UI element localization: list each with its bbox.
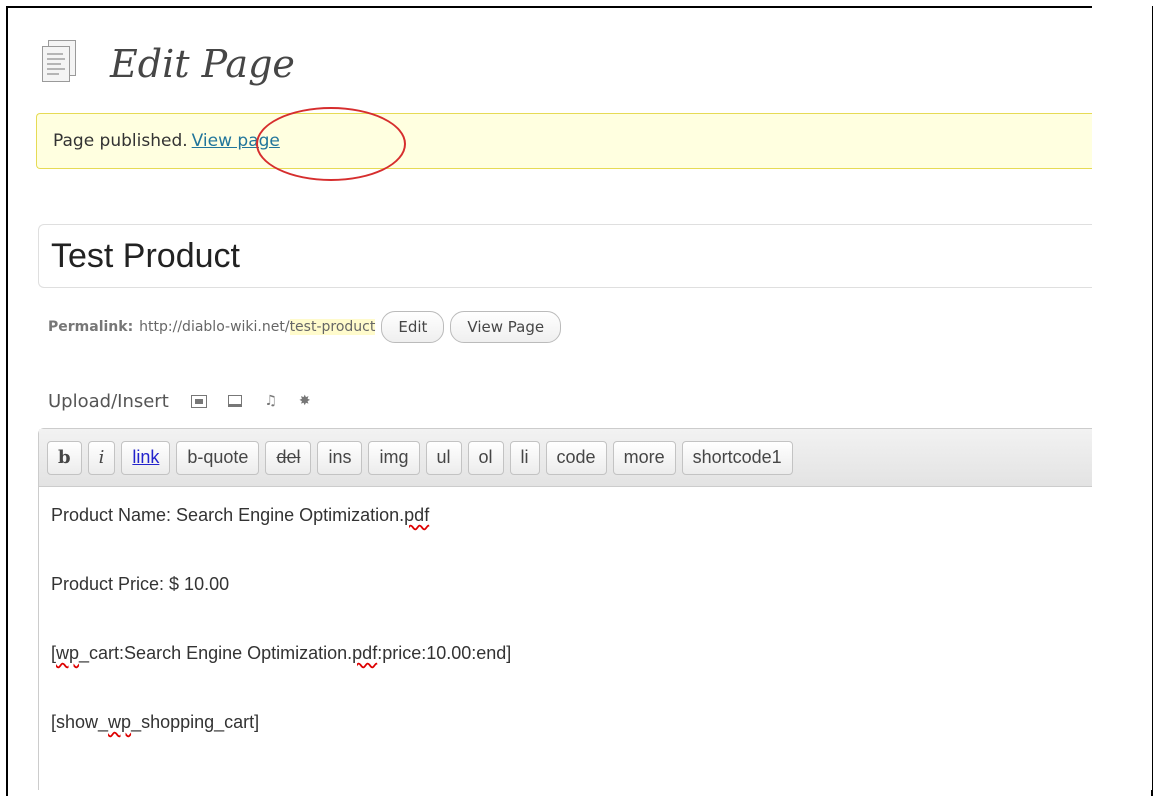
editor-textarea[interactable]: Product Name: Search Engine Optimization… bbox=[39, 487, 1098, 733]
content-line: Product Name: Search Engine Optimization… bbox=[51, 505, 430, 525]
italic-button[interactable]: i bbox=[87, 440, 116, 475]
editor: b i link b-quote del ins img ul ol li co… bbox=[38, 428, 1098, 790]
post-title-input[interactable]: Test Product bbox=[38, 224, 1098, 288]
page-header: Edit Page bbox=[38, 34, 295, 94]
code-button[interactable]: code bbox=[545, 440, 607, 475]
ol-button[interactable]: ol bbox=[467, 440, 504, 475]
media-icon[interactable]: ✸ bbox=[297, 393, 313, 409]
permalink-slug[interactable]: test-product bbox=[289, 319, 376, 335]
shortcode1-button[interactable]: shortcode1 bbox=[681, 440, 793, 475]
upload-insert-row: Upload/Insert ♫ ✸ bbox=[48, 385, 313, 417]
blockquote-button[interactable]: b-quote bbox=[176, 440, 260, 475]
img-button[interactable]: img bbox=[368, 440, 420, 475]
content-line: [show_wp_shopping_cart] bbox=[51, 712, 260, 732]
page-title: Edit Page bbox=[110, 42, 295, 86]
quicktags-toolbar: b i link b-quote del ins img ul ol li co… bbox=[39, 429, 1098, 487]
bold-button[interactable]: b bbox=[47, 440, 82, 475]
image-icon[interactable] bbox=[190, 393, 207, 409]
permalink-label: Permalink: bbox=[48, 319, 134, 335]
content-line: [wp_cart:Search Engine Optimization.pdf:… bbox=[51, 643, 512, 663]
more-button[interactable]: more bbox=[612, 440, 676, 475]
gallery-icon[interactable] bbox=[227, 393, 243, 409]
li-button[interactable]: li bbox=[509, 440, 540, 475]
view-page-button[interactable]: View Page bbox=[450, 311, 562, 343]
cropped-margin bbox=[1092, 0, 1152, 790]
link-button[interactable]: link bbox=[121, 440, 171, 475]
post-title-value: Test Product bbox=[51, 236, 240, 275]
ul-button[interactable]: ul bbox=[425, 440, 462, 475]
upload-insert-label: Upload/Insert bbox=[48, 390, 169, 412]
notice-text: Page published. bbox=[53, 131, 188, 151]
ins-button[interactable]: ins bbox=[317, 440, 363, 475]
highlight-circle bbox=[256, 107, 406, 181]
edit-permalink-button[interactable]: Edit bbox=[381, 311, 445, 343]
permalink-base: http://diablo-wiki.net/ bbox=[139, 319, 290, 335]
content-line: Product Price: $ 10.00 bbox=[51, 574, 230, 594]
music-icon[interactable]: ♫ bbox=[263, 393, 279, 409]
published-notice: Page published. View page bbox=[36, 113, 1096, 169]
pages-icon bbox=[38, 40, 80, 88]
del-button[interactable]: del bbox=[265, 440, 312, 475]
permalink-row: Permalink: http://diablo-wiki.net/test-p… bbox=[48, 310, 562, 344]
